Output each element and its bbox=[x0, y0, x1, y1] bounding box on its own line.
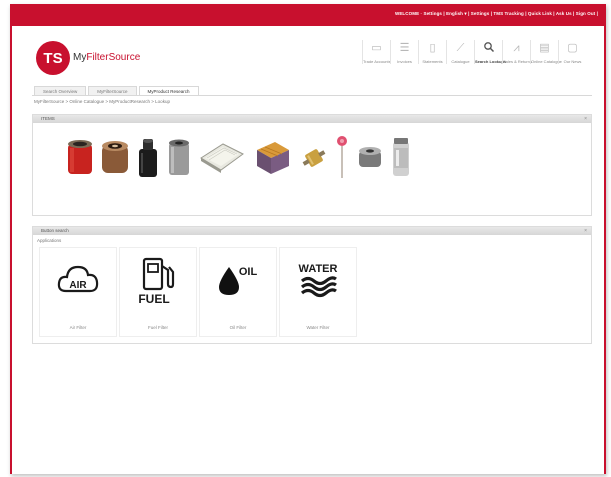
toolbar: ▭ Trade Accounts ☰ Invoices ▯ Statements… bbox=[362, 40, 586, 64]
dipstick-filter-product[interactable] bbox=[335, 135, 349, 181]
logo-my: My bbox=[73, 52, 87, 63]
header: TS MyFilterSource ▭ Trade Accounts ☰ Inv… bbox=[12, 26, 604, 86]
oil-filter-button[interactable]: OIL Oil Filter bbox=[199, 247, 277, 337]
air-icon: AIR bbox=[40, 256, 116, 306]
air-icon-text: AIR bbox=[69, 280, 87, 291]
tool-online-catalogue[interactable]: ▤ Online Catalogue bbox=[530, 40, 562, 64]
chart-icon: ⟋ bbox=[456, 42, 465, 54]
cloud-air-glyph: AIR bbox=[57, 265, 99, 293]
fuel-filter-button[interactable]: FUEL Fuel Filter bbox=[119, 247, 197, 337]
calendar-icon: ▯ bbox=[429, 42, 436, 54]
products-panel: ITEMS × bbox=[32, 114, 592, 216]
tool-search-lookups[interactable]: Search Lookups bbox=[474, 40, 507, 64]
tool-label: Our News bbox=[563, 59, 582, 64]
button-search-panel-header: Button search × bbox=[33, 227, 591, 235]
products-panel-title: ITEMS bbox=[41, 116, 55, 121]
water-waves-glyph: WATER bbox=[299, 263, 338, 298]
logo[interactable]: TS MyFilterSource bbox=[36, 41, 146, 75]
button-search-panel-title: Button search bbox=[41, 228, 69, 233]
tool-label: Catalogue bbox=[451, 59, 470, 64]
search-icon bbox=[475, 40, 502, 57]
fuel-filter-canister-product[interactable] bbox=[391, 136, 411, 180]
panel-air-filter-product[interactable] bbox=[253, 138, 293, 178]
tool-label: Invoices bbox=[397, 59, 412, 64]
book-icon: ▭ bbox=[371, 42, 382, 54]
water-waves-icon: WATER bbox=[280, 256, 356, 306]
oil-filter-label: Oil Filter bbox=[229, 325, 247, 330]
grey-filter-canister-product[interactable] bbox=[167, 137, 191, 179]
tool-sales-returns[interactable]: ⩘ Sales & Returns bbox=[502, 40, 532, 64]
fuel-icon-text: FUEL bbox=[138, 292, 169, 306]
oil-icon-text: OIL bbox=[239, 266, 258, 278]
list-icon: ☰ bbox=[399, 42, 410, 54]
close-icon[interactable]: × bbox=[584, 227, 587, 235]
product-strip bbox=[67, 135, 419, 181]
air-filter-label: Air Filter bbox=[69, 325, 87, 330]
catalog-icon: ▤ bbox=[539, 42, 550, 54]
cabin-air-filter-product[interactable] bbox=[199, 140, 245, 176]
top-bar-links[interactable]: WELCOME · Settings | English ▾ | Setting… bbox=[395, 11, 598, 17]
close-icon[interactable]: × bbox=[584, 115, 587, 123]
round-filter-element-product[interactable] bbox=[357, 143, 383, 173]
browser-frame: WELCOME · Settings | English ▾ | Setting… bbox=[10, 4, 606, 474]
breadcrumb[interactable]: MyFilterSource > Online Catalogue > MyPr… bbox=[34, 99, 170, 104]
tool-label: Online Catalogue bbox=[531, 59, 562, 64]
tool-invoices[interactable]: ☰ Invoices bbox=[390, 40, 418, 64]
tool-catalogue[interactable]: ⟋ Catalogue bbox=[446, 40, 474, 64]
inline-fuel-filter-product[interactable] bbox=[301, 143, 327, 173]
water-icon-text: WATER bbox=[299, 263, 338, 275]
tool-label: Trade Accounts bbox=[363, 59, 391, 64]
logo-text: MyFilterSource bbox=[73, 52, 140, 63]
oil-drop-glyph: OIL bbox=[219, 266, 258, 295]
tool-trade-accounts[interactable]: ▭ Trade Accounts bbox=[362, 40, 391, 64]
products-panel-header: ITEMS × bbox=[33, 115, 591, 123]
tool-our-news[interactable]: ▢ Our News bbox=[558, 40, 586, 64]
logo-brand: FilterSource bbox=[86, 52, 141, 63]
filter-category-list: AIR Air Filter FUEL Fuel Filter OIL Oil … bbox=[39, 247, 359, 337]
oil-filter-red-product[interactable] bbox=[67, 138, 93, 178]
file-icon: ▢ bbox=[567, 42, 578, 54]
applications-subheading: Applications bbox=[37, 238, 62, 243]
tool-statements[interactable]: ▯ Statements bbox=[418, 40, 446, 64]
top-bar: WELCOME · Settings | English ▾ | Setting… bbox=[12, 4, 604, 26]
tool-label: Search Lookups bbox=[475, 59, 507, 64]
oil-drop-icon: OIL bbox=[200, 256, 276, 306]
fuel-filter-label: Fuel Filter bbox=[147, 325, 168, 330]
graph-icon: ⩘ bbox=[513, 42, 520, 54]
fuel-pump-glyph: FUEL bbox=[138, 257, 175, 306]
water-filter-button[interactable]: WATER Water Filter bbox=[279, 247, 357, 337]
tool-label: Sales & Returns bbox=[503, 59, 532, 64]
tool-label: Statements bbox=[422, 59, 443, 64]
water-filter-label: Water Filter bbox=[306, 325, 330, 330]
black-oil-filter-product[interactable] bbox=[137, 137, 159, 179]
tab-divider bbox=[32, 95, 592, 96]
air-filter-button[interactable]: AIR Air Filter bbox=[39, 247, 117, 337]
search-glyph bbox=[483, 42, 494, 53]
button-search-panel: Button search × Applications AIR Air Fil… bbox=[32, 226, 592, 344]
logo-badge: TS bbox=[36, 41, 70, 75]
spin-on-filter-product[interactable] bbox=[101, 139, 129, 177]
fuel-pump-icon: FUEL bbox=[120, 256, 196, 306]
